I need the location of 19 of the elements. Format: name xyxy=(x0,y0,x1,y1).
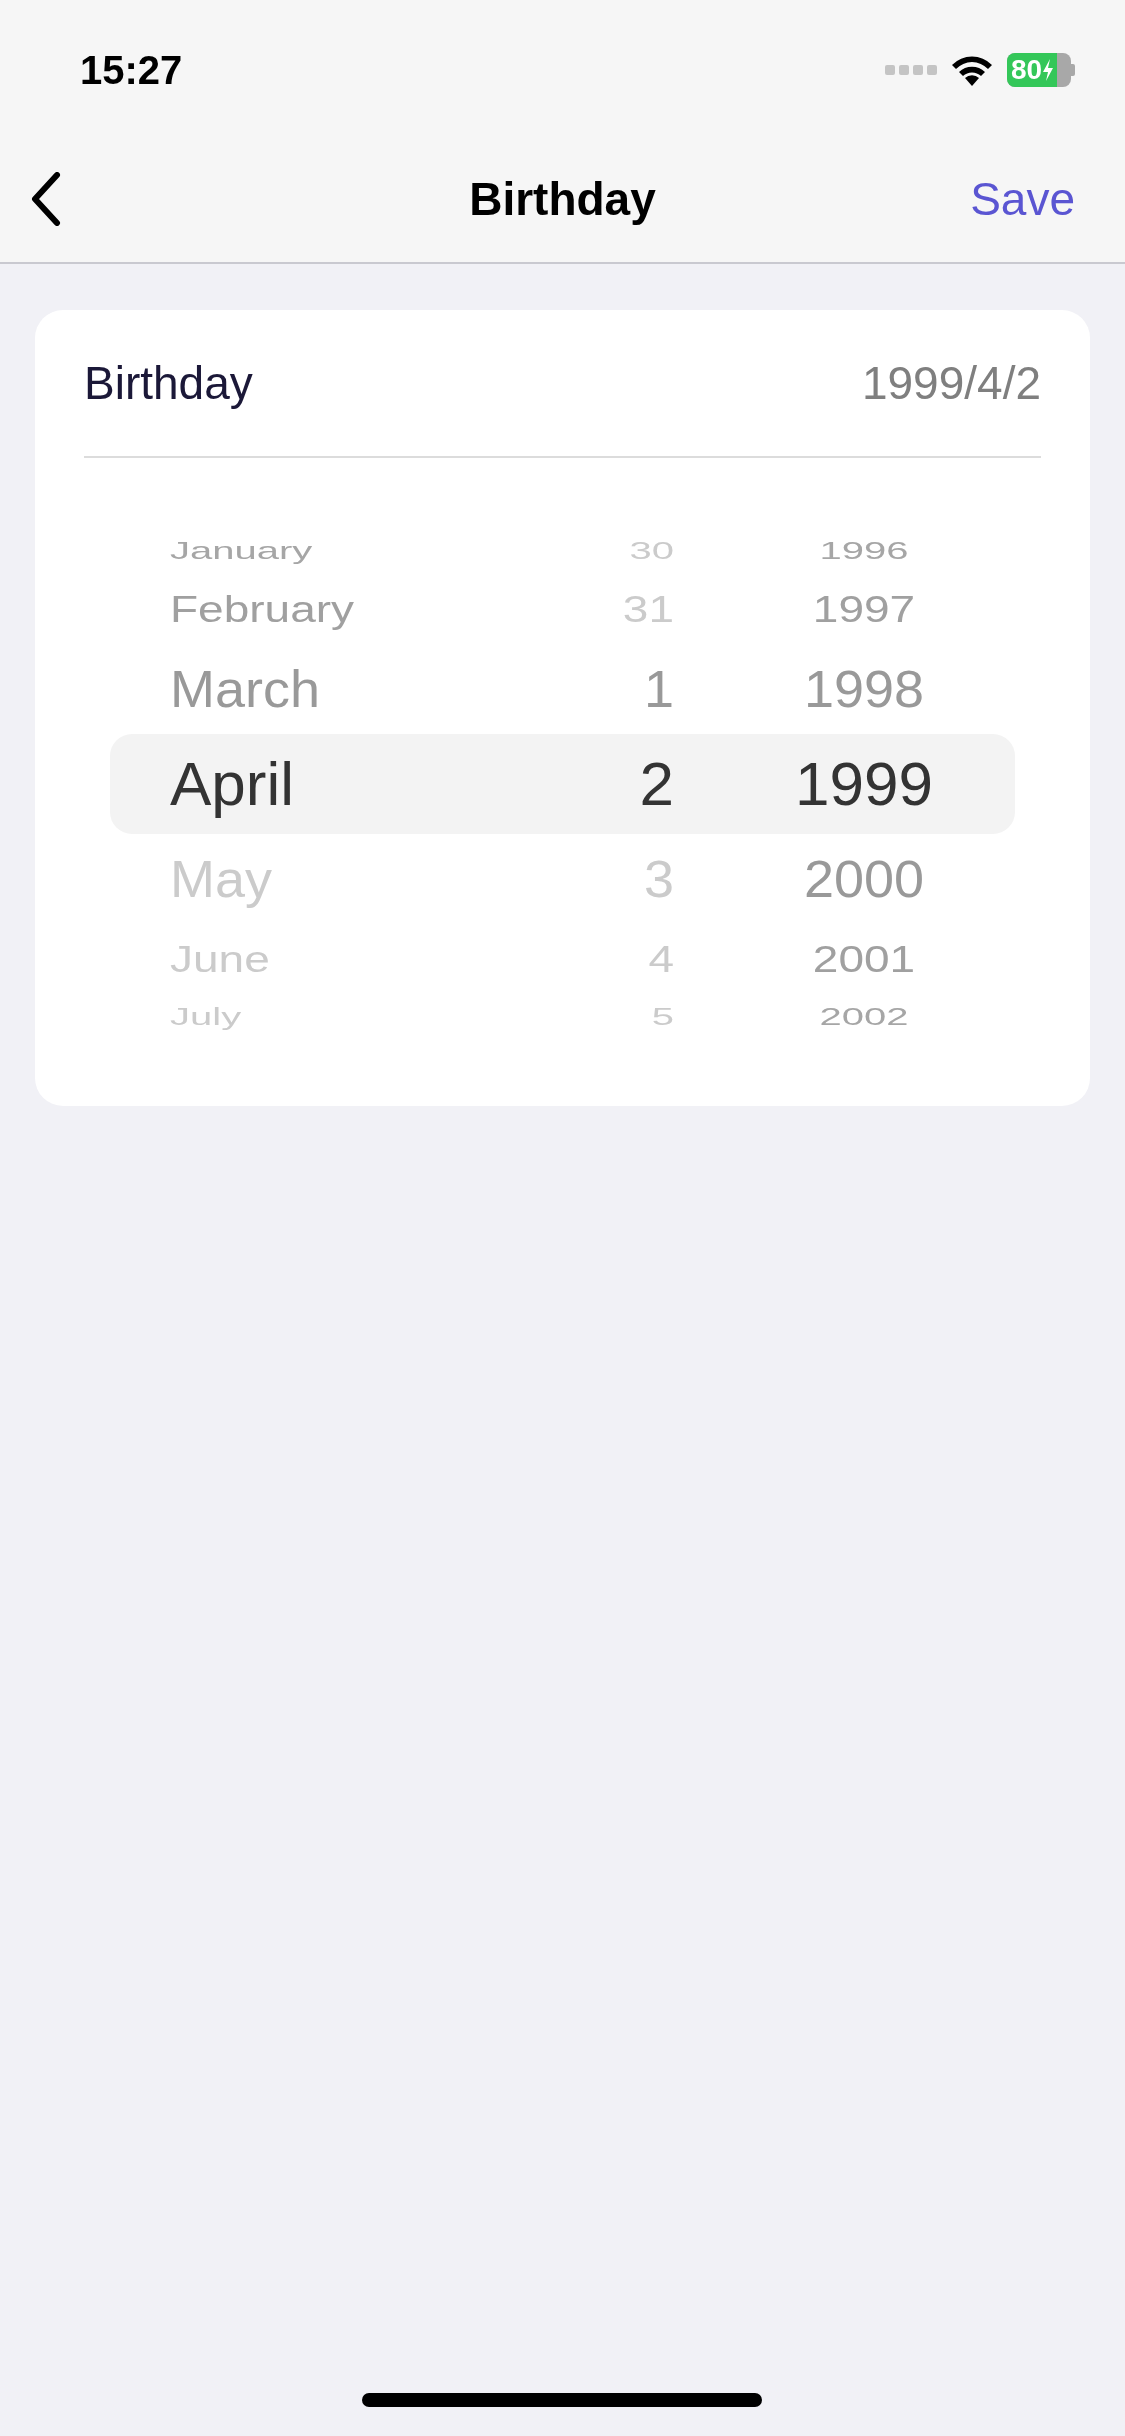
picker-option[interactable]: 2000 xyxy=(803,853,925,905)
picker-option[interactable]: 2001 xyxy=(812,940,916,978)
status-time: 15:27 xyxy=(80,47,183,94)
picker-option[interactable]: 1 xyxy=(643,663,674,715)
picker-option[interactable]: February xyxy=(170,590,355,628)
picker-option[interactable]: 1998 xyxy=(803,663,925,715)
picker-option[interactable]: March xyxy=(170,663,321,715)
field-value: 1999/4/2 xyxy=(861,355,1041,411)
signal-icon xyxy=(885,64,937,76)
picker-option[interactable]: 1997 xyxy=(812,590,916,628)
picker-option[interactable]: January xyxy=(170,539,313,563)
picker-option[interactable]: 2002 xyxy=(819,1005,909,1029)
wifi-icon xyxy=(951,54,993,86)
picker-option[interactable]: 2 xyxy=(639,753,674,815)
picker-option[interactable]: 1999 xyxy=(795,753,933,815)
page-title: Birthday xyxy=(469,171,656,227)
picker-option[interactable]: 1996 xyxy=(819,539,909,563)
field-label: Birthday xyxy=(84,355,253,411)
save-button[interactable]: Save xyxy=(970,164,1075,234)
